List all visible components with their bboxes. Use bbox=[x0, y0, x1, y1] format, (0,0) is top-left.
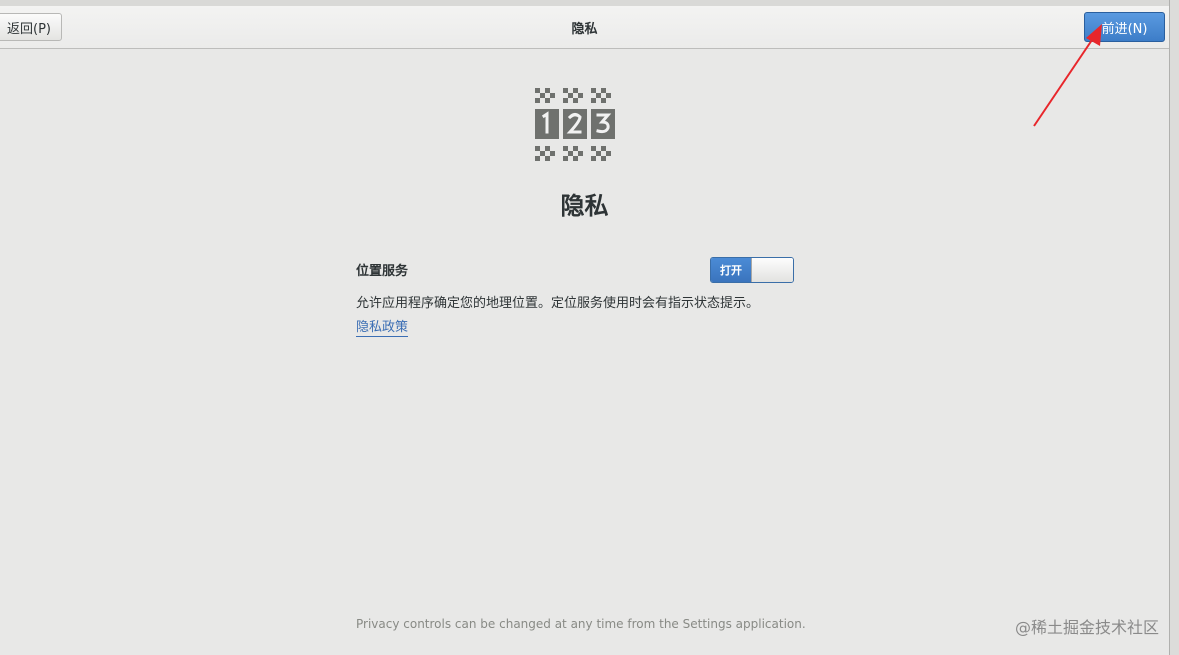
privacy-123-icon bbox=[535, 88, 615, 161]
page-title: 隐私 bbox=[560, 192, 609, 220]
privacy-policy-link[interactable]: 隐私政策 bbox=[356, 320, 409, 337]
next-button[interactable]: 前进(N) bbox=[1084, 12, 1165, 42]
location-services-label: 位置服务 bbox=[356, 264, 409, 279]
watermark: @稀土掘金技术社区 bbox=[1014, 618, 1159, 637]
header-title: 隐私 bbox=[571, 21, 598, 37]
footer-note: Privacy controls can be changed at any t… bbox=[356, 617, 806, 631]
switch-knob[interactable] bbox=[751, 258, 793, 282]
location-services-switch[interactable]: 打开 bbox=[710, 257, 794, 283]
header-bar: 返回(P) 隐私 前进(N) bbox=[0, 6, 1169, 49]
switch-state-label: 打开 bbox=[711, 258, 751, 282]
back-button[interactable]: 返回(P) bbox=[0, 13, 62, 41]
window-edge bbox=[1169, 0, 1179, 655]
screen: 返回(P) 隐私 前进(N) 隐私 位置服务 打开 允许应用程序确定您的地理位置… bbox=[0, 0, 1179, 655]
location-services-description: 允许应用程序确定您的地理位置。定位服务使用时会有指示状态提示。 bbox=[356, 296, 760, 311]
